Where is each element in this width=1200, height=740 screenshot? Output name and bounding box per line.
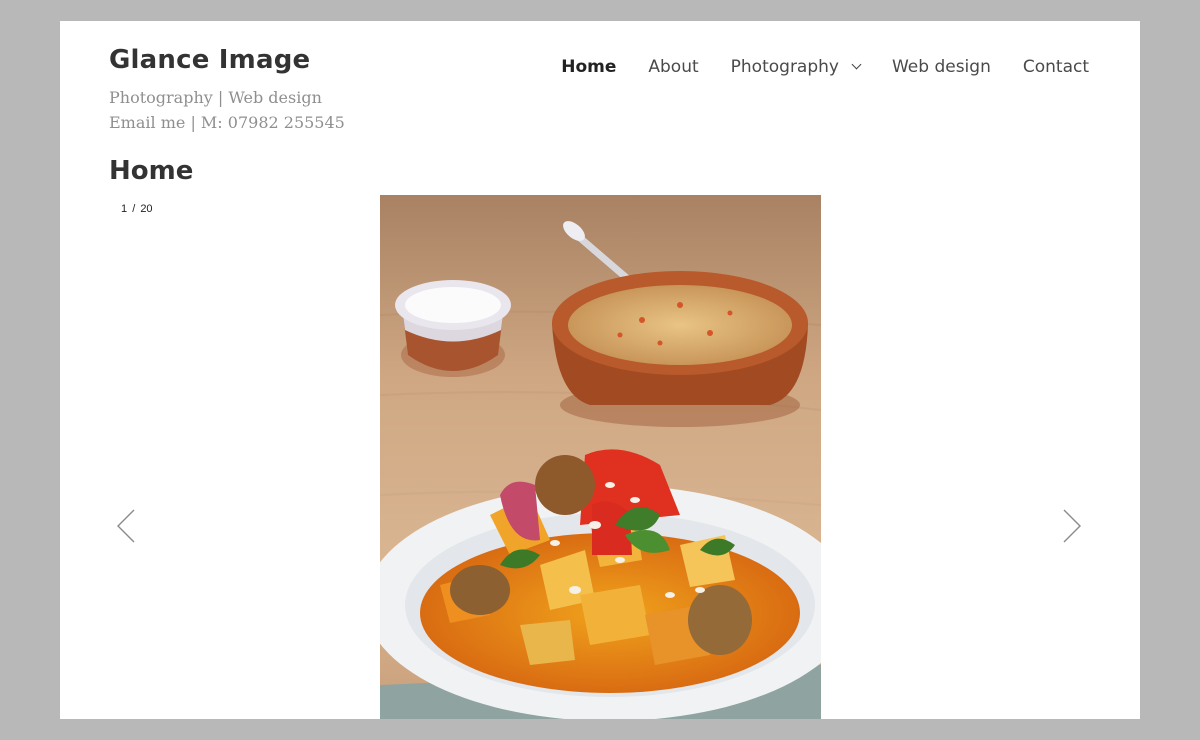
chevron-down-icon[interactable] [851,59,862,70]
page-title: Home [109,156,194,186]
main-nav: Home About Photography Web design Contac… [561,57,1089,77]
nav-item-web-design[interactable]: Web design [892,57,991,77]
tagine-photo-illustration [380,195,821,719]
site-tagline: Photography | Web design Email me | M: 0… [109,85,345,135]
tagline-line-contact: Email me | M: 07982 255545 [109,113,345,132]
nav-item-about[interactable]: About [648,57,698,77]
slide-counter-separator: / [132,203,136,215]
slide-counter-total: 20 [140,203,153,215]
chevron-right-icon [1063,509,1081,543]
page-container: Glance Image Photography | Web design Em… [60,21,1140,719]
nav-item-photography-label: Photography [730,57,839,77]
nav-item-home[interactable]: Home [561,57,616,77]
tagline-line-services: Photography | Web design [109,88,322,107]
slide-counter: 1 / 20 [120,203,154,215]
slideshow-image [380,195,821,719]
slideshow-prev-button[interactable] [116,509,140,543]
nav-item-photography[interactable]: Photography [730,57,862,77]
site-title[interactable]: Glance Image [109,45,310,75]
nav-item-contact[interactable]: Contact [1023,57,1089,77]
chevron-left-icon [117,509,135,543]
slideshow-next-button[interactable] [1058,509,1082,543]
slide-counter-current: 1 [121,203,128,215]
